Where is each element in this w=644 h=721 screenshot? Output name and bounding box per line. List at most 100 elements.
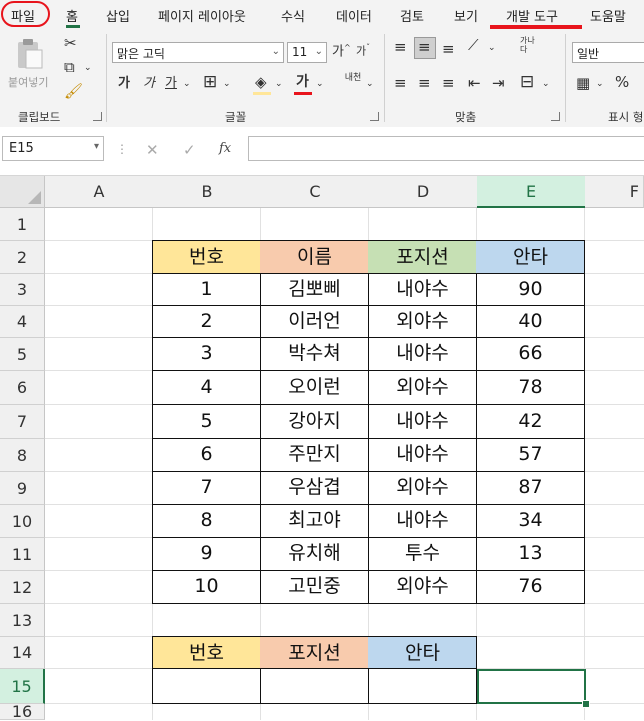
table-cell-number[interactable]: 1 <box>152 273 261 306</box>
row-header-13[interactable]: 13 <box>0 604 45 637</box>
grow-font-button[interactable]: 가^ <box>332 44 351 59</box>
italic-button[interactable]: 가 <box>143 77 155 90</box>
table-cell-hits[interactable]: 40 <box>476 305 585 338</box>
table-cell-number[interactable]: 10 <box>152 570 261 604</box>
chevron-down-icon[interactable]: ⌄ <box>542 80 550 89</box>
more-options-icon[interactable]: ⋮ <box>116 143 128 155</box>
table-cell-name[interactable]: 주만지 <box>260 438 369 472</box>
phonetic-button[interactable]: 내천 <box>340 74 366 83</box>
insert-function-icon[interactable]: fx <box>219 142 231 155</box>
menu-developer[interactable]: 개발 도구 <box>506 6 558 25</box>
font-name-select[interactable]: 맑은 고딕 ⌄ <box>112 42 284 63</box>
table-cell-number[interactable]: 9 <box>152 537 261 571</box>
table-cell-position[interactable]: 내야수 <box>368 337 477 371</box>
chevron-down-icon[interactable]: ⌄ <box>596 80 604 89</box>
table-header-position[interactable]: 포지션 <box>368 240 477 274</box>
row-header-15[interactable]: 15 <box>0 669 45 704</box>
row-header-6[interactable]: 6 <box>0 371 45 405</box>
font-launcher-icon[interactable] <box>370 112 379 121</box>
row-header-5[interactable]: 5 <box>0 338 45 371</box>
lookup-input-number[interactable] <box>152 668 261 704</box>
border-icon[interactable]: ⊞ <box>203 74 217 91</box>
cancel-icon[interactable]: ✕ <box>146 143 159 158</box>
column-header-b[interactable]: B <box>153 176 262 208</box>
underline-button[interactable]: 가 <box>165 77 177 90</box>
row-header-14[interactable]: 14 <box>0 637 45 669</box>
font-color-icon[interactable]: 가 <box>296 75 309 89</box>
table-cell-name[interactable]: 오이런 <box>260 370 369 405</box>
number-format-select[interactable]: 일반 <box>572 42 644 63</box>
row-header-7[interactable]: 7 <box>0 405 45 439</box>
table-cell-name[interactable]: 강아지 <box>260 404 369 439</box>
align-top-icon[interactable]: ≡ <box>394 40 407 55</box>
menu-insert[interactable]: 삽입 <box>106 6 130 25</box>
table-cell-hits[interactable]: 78 <box>476 370 585 405</box>
row-header-12[interactable]: 12 <box>0 571 45 604</box>
align-left-icon[interactable]: ≡ <box>394 76 407 91</box>
bold-button[interactable]: 가 <box>118 77 130 90</box>
table-cell-number[interactable]: 6 <box>152 438 261 472</box>
cut-icon[interactable]: ✂ <box>64 36 77 51</box>
align-center-icon[interactable]: ≡ <box>418 76 431 91</box>
accounting-icon[interactable]: ▦ <box>576 76 590 91</box>
chevron-down-icon[interactable]: ⌄ <box>223 80 231 89</box>
row-header-16[interactable]: 16 <box>0 704 45 720</box>
table-cell-position[interactable]: 외야수 <box>368 370 477 405</box>
align-bottom-icon[interactable]: ≡ <box>442 42 455 57</box>
alignment-launcher-icon[interactable] <box>551 112 560 121</box>
menu-data[interactable]: 데이터 <box>336 6 372 25</box>
select-all-corner[interactable] <box>0 176 45 208</box>
row-header-11[interactable]: 11 <box>0 538 45 571</box>
table-cell-name[interactable]: 유치해 <box>260 537 369 571</box>
table-cell-name[interactable]: 이러언 <box>260 305 369 338</box>
column-header-a[interactable]: A <box>45 176 154 208</box>
paste-button[interactable]: 붙여넣기 <box>8 36 50 94</box>
table-cell-name[interactable]: 박수쳐 <box>260 337 369 371</box>
menu-home[interactable]: 홈 <box>66 6 78 25</box>
row-header-10[interactable]: 10 <box>0 505 45 538</box>
table-cell-number[interactable]: 2 <box>152 305 261 338</box>
table-cell-position[interactable]: 내야수 <box>368 438 477 472</box>
clipboard-launcher-icon[interactable] <box>93 112 102 121</box>
table-header-name[interactable]: 이름 <box>260 240 369 274</box>
table-cell-position[interactable]: 내야수 <box>368 273 477 306</box>
row-header-9[interactable]: 9 <box>0 472 45 505</box>
chevron-down-icon[interactable]: ⌄ <box>183 80 191 89</box>
lookup-header-position[interactable]: 포지션 <box>260 636 369 669</box>
table-cell-number[interactable]: 8 <box>152 504 261 538</box>
chevron-down-icon[interactable]: ⌄ <box>275 80 283 89</box>
font-size-select[interactable]: 11 ⌄ <box>287 42 327 63</box>
row-header-2[interactable]: 2 <box>0 241 45 274</box>
chevron-down-icon[interactable]: ⌄ <box>366 80 374 89</box>
name-box[interactable]: E15 ▾ <box>2 136 104 161</box>
table-cell-hits[interactable]: 57 <box>476 438 585 472</box>
table-cell-hits[interactable]: 66 <box>476 337 585 371</box>
fill-handle[interactable] <box>582 700 590 708</box>
column-header-e[interactable]: E <box>477 176 586 208</box>
wrap-text-icon[interactable]: 가나다 <box>520 36 540 54</box>
table-cell-number[interactable]: 4 <box>152 370 261 405</box>
percent-icon[interactable]: % <box>615 75 629 90</box>
menu-view[interactable]: 보기 <box>454 6 478 25</box>
fill-color-icon[interactable]: ◈ <box>255 75 267 90</box>
table-cell-name[interactable]: 최고야 <box>260 504 369 538</box>
table-cell-hits[interactable]: 13 <box>476 537 585 571</box>
lookup-input-hits[interactable] <box>368 668 477 704</box>
formula-input[interactable] <box>248 136 644 161</box>
table-cell-number[interactable]: 7 <box>152 471 261 505</box>
column-header-c[interactable]: C <box>261 176 370 208</box>
table-cell-hits[interactable]: 76 <box>476 570 585 604</box>
enter-icon[interactable]: ✓ <box>183 143 196 158</box>
table-cell-position[interactable]: 외야수 <box>368 570 477 604</box>
table-cell-hits[interactable]: 90 <box>476 273 585 306</box>
row-header-4[interactable]: 4 <box>0 306 45 338</box>
orientation-icon[interactable]: ⟋ <box>468 38 479 53</box>
table-cell-number[interactable]: 5 <box>152 404 261 439</box>
merge-cells-icon[interactable]: ⊟ <box>520 74 534 91</box>
table-cell-position[interactable]: 외야수 <box>368 305 477 338</box>
menu-review[interactable]: 검토 <box>400 6 424 25</box>
decrease-indent-icon[interactable]: ⇤ <box>468 76 481 91</box>
row-header-1[interactable]: 1 <box>0 208 45 241</box>
table-cell-position[interactable]: 내야수 <box>368 504 477 538</box>
copy-icon[interactable]: ⧉ <box>64 60 75 75</box>
